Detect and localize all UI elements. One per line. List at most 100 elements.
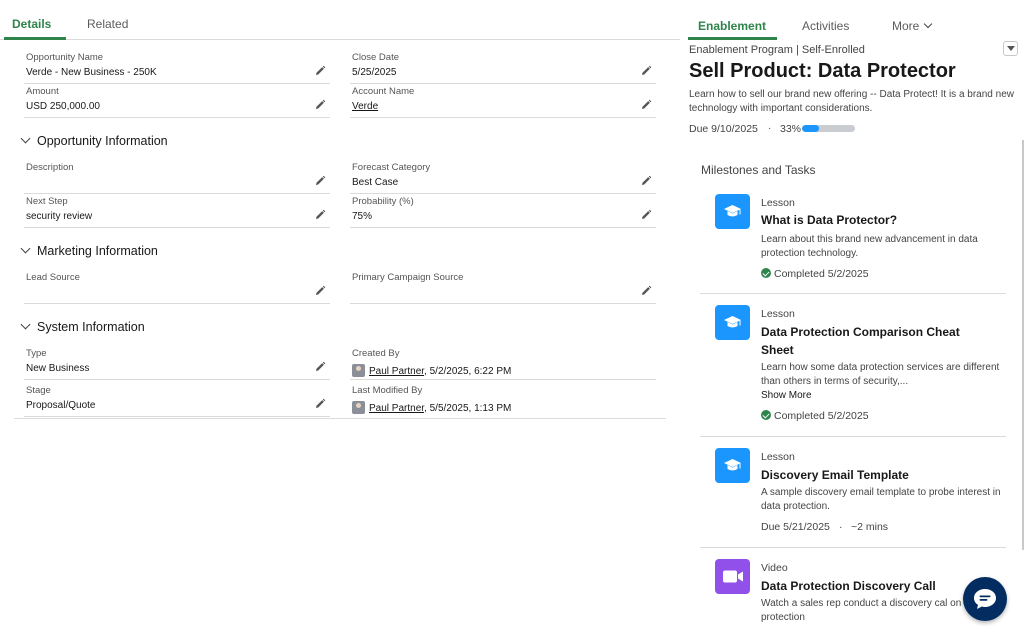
milestone-type: Lesson (761, 451, 795, 463)
section-marketing-information[interactable]: Marketing Information (20, 243, 158, 258)
avatar (352, 401, 365, 414)
edit-pencil-icon[interactable] (314, 65, 326, 77)
field-last-modified-by: Last Modified By Paul Partner, 5/5/2025,… (350, 385, 656, 417)
field-created-by: Created By Paul Partner, 5/2/2025, 6:22 … (350, 348, 656, 380)
edit-pencil-icon[interactable] (314, 175, 326, 187)
field-label: Last Modified By (352, 385, 423, 396)
milestone-type: Lesson (761, 197, 795, 209)
field-opportunity-name: Opportunity Name Verde - New Business - … (24, 52, 330, 84)
field-label: Next Step (26, 196, 68, 207)
field-label: Amount (26, 86, 59, 97)
field-account-name: Account Name Verde (350, 86, 656, 118)
field-label: Probability (%) (352, 196, 414, 207)
field-type: Type New Business (24, 348, 330, 380)
more-label: More (892, 19, 920, 33)
avatar (352, 364, 365, 377)
progress-percent: 33% (780, 123, 802, 135)
edit-pencil-icon[interactable] (314, 361, 326, 373)
tab-details[interactable]: Details (12, 17, 51, 31)
field-description: Description (24, 162, 330, 194)
edit-pencil-icon[interactable] (314, 285, 326, 297)
divider (700, 436, 1006, 437)
edit-pencil-icon[interactable] (640, 99, 652, 111)
field-stage: Stage Proposal/Quote (24, 385, 330, 417)
tab-enablement[interactable]: Enablement (698, 19, 766, 33)
chevron-down-icon (924, 19, 933, 29)
milestone-title[interactable]: What is Data Protector? (761, 211, 991, 229)
user-link[interactable]: Paul Partner (369, 403, 424, 414)
milestone-card[interactable]: Video Data Protection Discovery Call Wat… (700, 558, 1006, 632)
field-label: Type (26, 348, 47, 359)
field-primary-campaign-source: Primary Campaign Source (350, 272, 656, 304)
edit-pencil-icon[interactable] (640, 285, 652, 297)
account-link[interactable]: Verde (352, 101, 378, 112)
chat-button[interactable] (963, 577, 1007, 621)
field-forecast-category: Forecast Category Best Case (350, 162, 656, 194)
field-label: Lead Source (26, 272, 80, 283)
field-label: Opportunity Name (26, 52, 104, 63)
milestone-title[interactable]: Discovery Email Template (761, 466, 991, 484)
tab-more[interactable]: More (892, 19, 933, 33)
video-camera-icon (715, 559, 750, 594)
detail-tabs: Details Related (0, 0, 680, 40)
check-circle-icon (761, 268, 771, 278)
field-value: 5/25/2025 (352, 67, 397, 78)
field-next-step: Next Step security review (24, 196, 330, 228)
field-value: USD 250,000.00 (26, 101, 100, 112)
tab-activities[interactable]: Activities (802, 19, 849, 33)
edit-pencil-icon[interactable] (640, 65, 652, 77)
section-system-information[interactable]: System Information (20, 319, 145, 334)
field-label: Stage (26, 385, 51, 396)
edit-pencil-icon[interactable] (314, 398, 326, 410)
separator-dot: · (768, 123, 772, 134)
edit-pencil-icon[interactable] (314, 99, 326, 111)
progress-bar (802, 125, 855, 132)
tab-related[interactable]: Related (87, 17, 128, 31)
field-value: Paul Partner, 5/5/2025, 1:13 PM (352, 401, 511, 414)
milestone-card[interactable]: Lesson Discovery Email Template A sample… (700, 447, 1006, 547)
milestone-title[interactable]: Data Protection Discovery Call (761, 577, 991, 595)
field-probability: Probability (%) 75% (350, 196, 656, 228)
active-tab-indicator (4, 37, 66, 40)
progress-bar-fill (802, 125, 820, 132)
milestone-description: Learn about this brand new advancement i… (761, 234, 978, 259)
program-title: Sell Product: Data Protector (689, 60, 956, 82)
milestone-card[interactable]: Lesson Data Protection Comparison Cheat … (700, 304, 1006, 436)
chevron-down-icon (20, 133, 31, 144)
section-title: System Information (37, 320, 145, 334)
section-title: Opportunity Information (37, 134, 168, 148)
field-close-date: Close Date 5/25/2025 (350, 52, 656, 84)
field-label: Primary Campaign Source (352, 272, 464, 283)
program-description: Learn how to sell our brand new offering… (689, 89, 1014, 114)
dropdown-menu-button[interactable] (1003, 41, 1018, 56)
user-link[interactable]: Paul Partner (369, 366, 424, 377)
field-amount: Amount USD 250,000.00 (24, 86, 330, 118)
milestone-status: Completed 5/2/2025 (761, 268, 869, 280)
modified-date: , 5/5/2025, 1:13 PM (424, 403, 512, 414)
lesson-cap-icon (715, 194, 750, 229)
section-title: Marketing Information (37, 244, 158, 258)
section-opportunity-information[interactable]: Opportunity Information (20, 133, 168, 148)
field-label: Description (26, 162, 74, 173)
chevron-down-icon (20, 243, 31, 254)
chat-bubble-icon (974, 589, 996, 609)
field-value: New Business (26, 363, 90, 374)
milestones-heading: Milestones and Tasks (701, 163, 816, 177)
field-label: Forecast Category (352, 162, 431, 173)
show-more-link[interactable]: Show More (761, 390, 812, 401)
milestone-card[interactable]: Lesson What is Data Protector? Learn abo… (700, 193, 1006, 293)
milestone-title[interactable]: Data Protection Comparison Cheat Sheet (761, 323, 991, 359)
edit-pencil-icon[interactable] (314, 209, 326, 221)
edit-pencil-icon[interactable] (640, 209, 652, 221)
check-circle-icon (761, 410, 771, 420)
edit-pencil-icon[interactable] (640, 175, 652, 187)
milestone-type: Lesson (761, 308, 795, 320)
program-eyebrow: Enablement Program | Self-Enrolled (689, 44, 865, 56)
enablement-panel: Enablement Activities More Enablement Pr… (680, 0, 1024, 632)
field-value: Proposal/Quote (26, 400, 96, 411)
status-text: Completed 5/2/2025 (774, 268, 869, 280)
divider (14, 418, 666, 419)
field-value: security review (26, 211, 93, 222)
lesson-cap-icon (715, 448, 750, 483)
milestone-status: Completed 5/2/2025 (761, 410, 869, 422)
